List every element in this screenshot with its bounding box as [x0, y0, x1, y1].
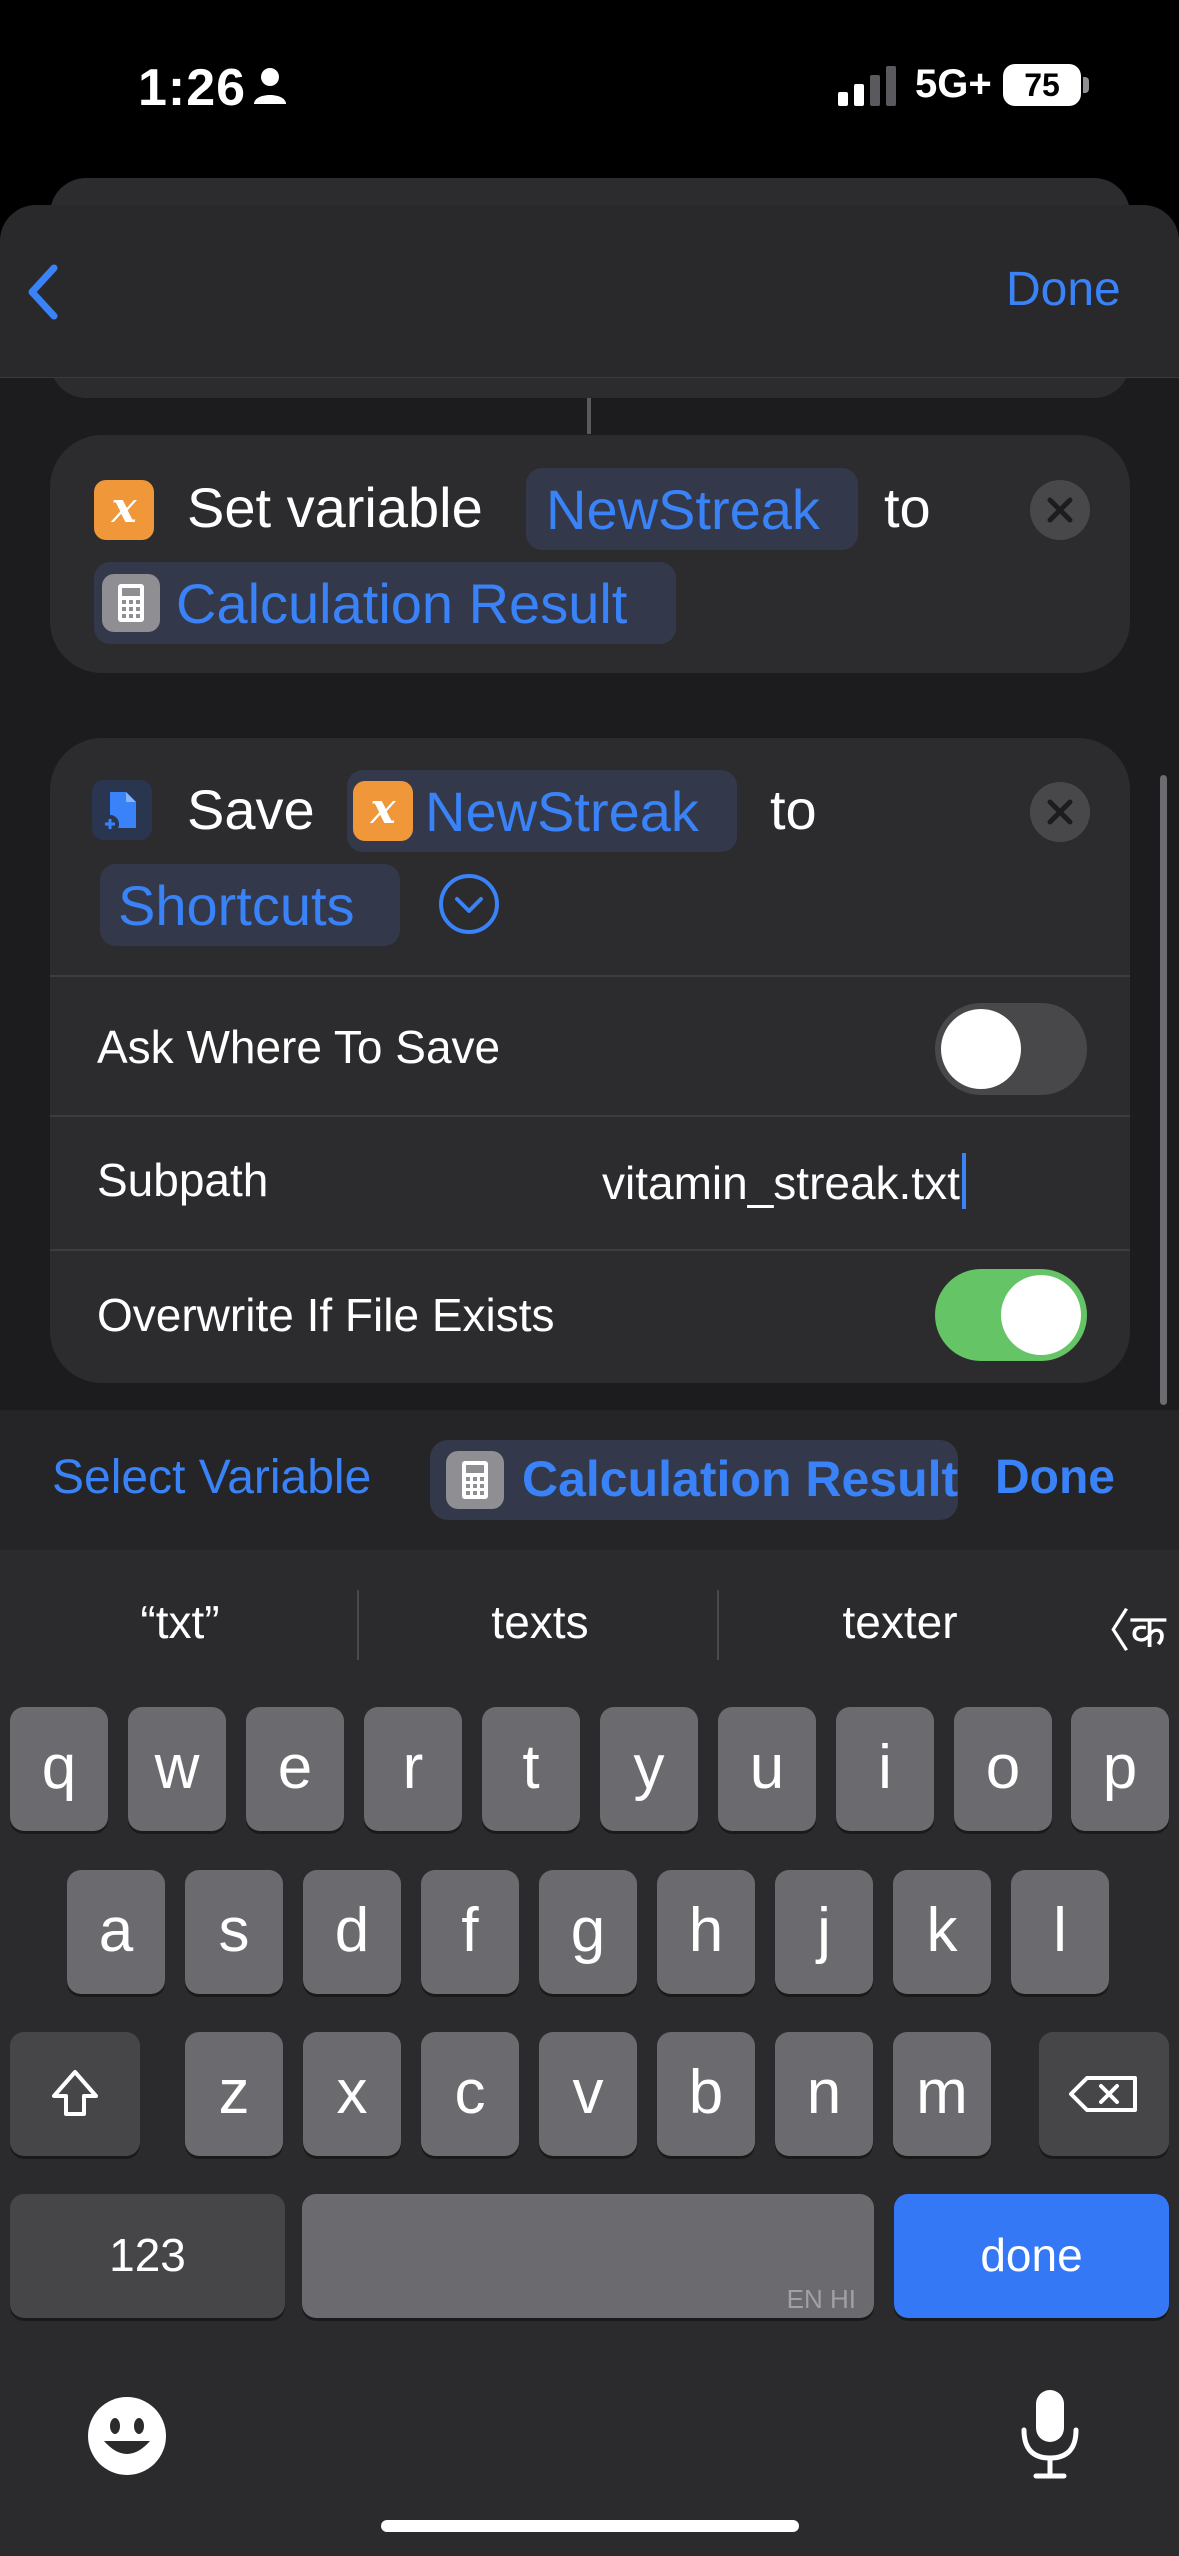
network-type: 5G+ [915, 62, 992, 106]
key-p[interactable]: p [1071, 1707, 1169, 1831]
suggestion-3[interactable]: texter [780, 1595, 1020, 1649]
space-key[interactable]: EN HI [302, 2194, 874, 2318]
key-w[interactable]: w [128, 1707, 226, 1831]
key-o[interactable]: o [954, 1707, 1052, 1831]
save-variable-label: NewStreak [425, 780, 699, 843]
variable-icon: x [353, 781, 413, 841]
home-indicator [381, 2520, 799, 2532]
suggestion-divider [357, 1590, 359, 1660]
destination-label: Shortcuts [118, 874, 355, 937]
done-key[interactable]: done [894, 2194, 1169, 2318]
key-c[interactable]: c [421, 2032, 519, 2156]
key-r[interactable]: r [364, 1707, 462, 1831]
key-t[interactable]: t [482, 1707, 580, 1831]
divider [50, 1115, 1130, 1117]
key-i[interactable]: i [836, 1707, 934, 1831]
calculation-result-label: Calculation Result [176, 572, 628, 635]
language-switch[interactable]: 〈क [1075, 1595, 1175, 1661]
key-e[interactable]: e [246, 1707, 344, 1831]
subpath-input[interactable]: vitamin_streak.txt [602, 1153, 966, 1210]
subpath-label: Subpath [97, 1154, 269, 1206]
key-z[interactable]: z [185, 2032, 283, 2156]
divider [50, 975, 1130, 977]
variable-bar-done-button[interactable]: Done [995, 1450, 1115, 1505]
battery-cap [1083, 77, 1089, 93]
ask-where-label: Ask Where To Save [97, 1021, 501, 1073]
key-n[interactable]: n [775, 2032, 873, 2156]
numbers-key[interactable]: 123 [10, 2194, 285, 2318]
select-variable-button[interactable]: Select Variable [52, 1450, 371, 1505]
battery-icon: 75 [1003, 64, 1081, 106]
space-language-hint: EN HI [786, 2284, 856, 2314]
document-save-icon [92, 780, 152, 840]
microphone-icon[interactable] [1018, 2388, 1082, 2480]
calculation-result-token[interactable]: Calculation Result [94, 562, 676, 644]
suggestion-1[interactable]: “txt” [60, 1595, 300, 1649]
navigation-bar [0, 205, 1179, 378]
delete-key[interactable] [1039, 2032, 1169, 2156]
shift-key[interactable] [10, 2032, 140, 2156]
variable-name-token[interactable]: NewStreak [526, 468, 858, 550]
calculation-result-suggestion-label: Calculation Result [522, 1451, 958, 1507]
key-h[interactable]: h [657, 1870, 755, 1994]
divider [50, 1249, 1130, 1251]
key-u[interactable]: u [718, 1707, 816, 1831]
key-l[interactable]: l [1011, 1870, 1109, 1994]
calculation-result-suggestion[interactable]: Calculation Result [430, 1440, 958, 1520]
close-icon [1047, 497, 1073, 523]
destination-token[interactable]: Shortcuts [100, 864, 400, 946]
key-s[interactable]: s [185, 1870, 283, 1994]
person-icon [254, 68, 286, 104]
cellular-signal-icon [838, 66, 896, 106]
key-x[interactable]: x [303, 2032, 401, 2156]
expand-chevron-icon[interactable] [437, 872, 501, 936]
calculator-icon [446, 1451, 504, 1509]
key-v[interactable]: v [539, 2032, 637, 2156]
key-a[interactable]: a [67, 1870, 165, 1994]
key-j[interactable]: j [775, 1870, 873, 1994]
subpath-value: vitamin_streak.txt [602, 1157, 960, 1209]
done-button[interactable]: Done [1006, 262, 1121, 317]
key-d[interactable]: d [303, 1870, 401, 1994]
toggle-knob [1001, 1275, 1081, 1355]
variable-icon: x [94, 480, 154, 540]
key-b[interactable]: b [657, 2032, 755, 2156]
variable-name-label: NewStreak [546, 478, 820, 541]
delete-icon [1069, 2076, 1137, 2112]
suggestion-divider [717, 1590, 719, 1660]
action-title: Set variable [187, 476, 483, 539]
key-q[interactable]: q [10, 1707, 108, 1831]
overwrite-toggle[interactable] [935, 1269, 1087, 1361]
toggle-knob [941, 1009, 1021, 1089]
text-cursor [961, 1153, 966, 1209]
suggestion-2[interactable]: texts [420, 1595, 660, 1649]
close-icon [1047, 799, 1073, 825]
action-connector [587, 398, 591, 434]
to-label: to [770, 778, 817, 841]
remove-action-button[interactable] [1030, 782, 1090, 842]
status-time: 1:26 [138, 59, 247, 117]
ask-where-toggle[interactable] [935, 1003, 1087, 1095]
back-chevron-icon[interactable] [24, 262, 64, 322]
to-label: to [884, 476, 931, 539]
overwrite-label: Overwrite If File Exists [97, 1289, 555, 1341]
key-m[interactable]: m [893, 2032, 991, 2156]
save-variable-token[interactable]: x NewStreak [347, 770, 737, 852]
shift-icon [52, 2070, 98, 2116]
calculator-icon [102, 574, 160, 632]
key-k[interactable]: k [893, 1870, 991, 1994]
scrollbar[interactable] [1160, 775, 1167, 1405]
key-y[interactable]: y [600, 1707, 698, 1831]
key-g[interactable]: g [539, 1870, 637, 1994]
emoji-icon[interactable] [86, 2395, 168, 2477]
remove-action-button[interactable] [1030, 480, 1090, 540]
key-f[interactable]: f [421, 1870, 519, 1994]
save-title: Save [187, 778, 315, 841]
